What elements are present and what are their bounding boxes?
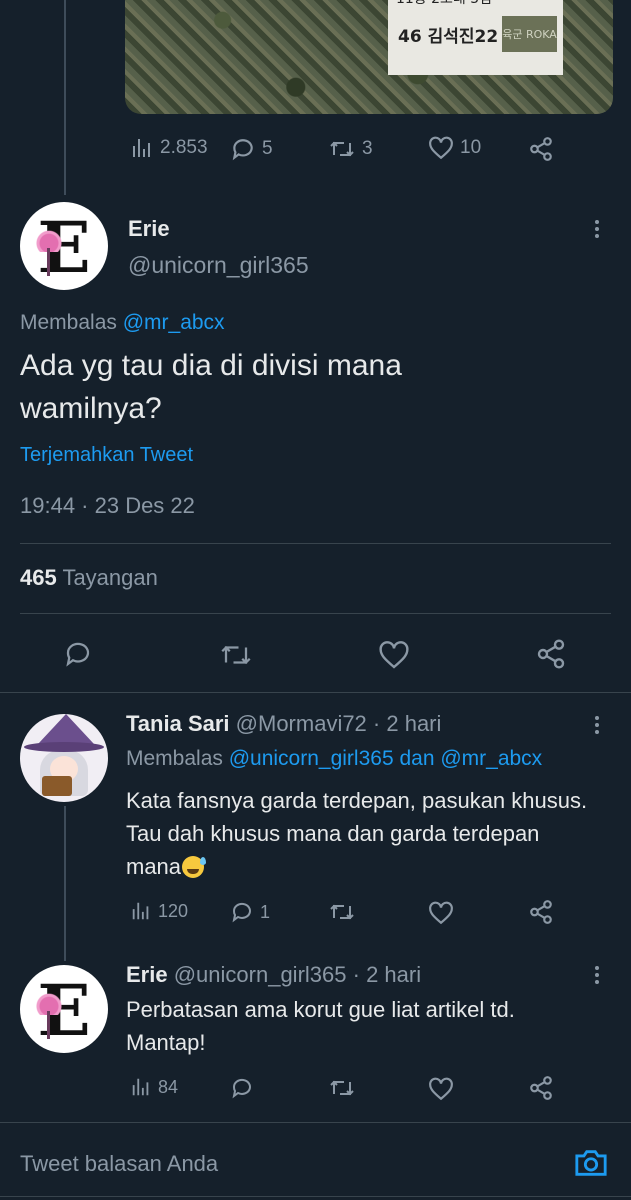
avatar-erie[interactable]: E: [20, 202, 108, 290]
share-icon: [528, 136, 554, 162]
author-handle[interactable]: @unicorn_girl365: [128, 252, 309, 279]
reply-prefix: Membalas: [126, 747, 223, 770]
reply-author-name[interactable]: Erie: [126, 962, 168, 987]
like-count: 10: [460, 137, 482, 158]
retweet-icon: [328, 1076, 356, 1100]
reply-author-handle[interactable]: @unicorn_girl365: [174, 962, 347, 987]
tweet-text: Ada yg tau dia di divisi mana wamilnya?: [20, 349, 402, 425]
reply-icon: [230, 900, 254, 924]
views-total: 465: [20, 565, 57, 590]
more-options-icon[interactable]: [595, 220, 599, 238]
share-icon: [528, 899, 554, 925]
views-summary[interactable]: 465 Tayangan: [20, 565, 158, 591]
patch-line1: 11중 2소대 5팀: [396, 0, 492, 8]
name-patch: 11중 2소대 5팀 46 김석진22 육군 ROKA: [388, 0, 563, 75]
retweet-icon: [328, 900, 356, 924]
divider: [0, 692, 631, 693]
reply-header: Tania Sari @Mormavi72 · 2 hari: [126, 711, 441, 737]
sweat-smile-emoji: [182, 856, 207, 878]
tweet-timestamp[interactable]: 19:44 · 23 Des 22: [20, 493, 195, 519]
share-icon: [528, 1075, 554, 1101]
reply-mentions[interactable]: @unicorn_girl365 dan @mr_abcx: [229, 747, 542, 770]
share-icon[interactable]: [535, 638, 567, 670]
reply-author-name[interactable]: Tania Sari: [126, 711, 230, 736]
heart-icon[interactable]: [378, 640, 410, 670]
like-button[interactable]: [428, 901, 454, 925]
tweet-media-image[interactable]: 11중 2소대 5팀 46 김석진22 육군 ROKA: [125, 0, 613, 114]
heart-icon: [428, 136, 454, 160]
views-count: 120: [158, 900, 189, 921]
reply-button[interactable]: 1: [230, 900, 270, 924]
patch-tag: 육군 ROKA: [502, 16, 557, 52]
bottom-divider: [0, 1196, 631, 1197]
patch-line2: 46 김석진22: [398, 27, 499, 47]
views-count: 2.853: [160, 137, 208, 158]
avatar-hat-brim: [24, 742, 104, 752]
heart-icon: [428, 901, 454, 925]
reply-button[interactable]: [230, 1076, 254, 1100]
views-label: Tayangan: [62, 565, 158, 590]
camera-icon[interactable]: [574, 1147, 608, 1179]
author-name[interactable]: Erie: [128, 216, 170, 242]
reply-button[interactable]: 5: [230, 136, 273, 162]
avatar-tania[interactable]: [20, 714, 108, 802]
reply-text: Kata fansnya garda terdepan, pasukan khu…: [126, 784, 596, 883]
reply-header: Erie @unicorn_girl365 · 2 hari: [126, 962, 421, 988]
views-stat[interactable]: 84: [130, 1076, 178, 1098]
analytics-icon: [130, 1076, 152, 1098]
share-button[interactable]: [528, 1075, 554, 1101]
thread-connector: [64, 0, 66, 195]
reply-composer-input[interactable]: Tweet balasan Anda: [20, 1151, 218, 1177]
composer-divider: [0, 1122, 631, 1123]
retweet-button[interactable]: [328, 900, 356, 924]
views-count: 84: [158, 1076, 179, 1097]
divider: [20, 613, 611, 614]
retweet-button[interactable]: [328, 1076, 356, 1100]
share-button[interactable]: [528, 136, 554, 162]
retweet-button[interactable]: 3: [328, 136, 373, 162]
retweet-icon: [328, 136, 356, 162]
analytics-icon: [130, 900, 152, 922]
reply-count: 1: [260, 901, 271, 922]
more-options-icon[interactable]: [595, 716, 599, 734]
views-stat[interactable]: 120: [130, 900, 188, 922]
reply-prefix: Membalas: [20, 311, 117, 334]
analytics-icon: [130, 136, 154, 160]
reply-text: Perbatasan ama korut gue liat artikel td…: [126, 997, 515, 1055]
reply-icon[interactable]: [62, 639, 94, 669]
flower-stem: [47, 248, 50, 276]
avatar-erie[interactable]: E: [20, 965, 108, 1053]
share-button[interactable]: [528, 899, 554, 925]
reply-mention[interactable]: @mr_abcx: [123, 311, 225, 334]
avatar-book: [42, 776, 72, 796]
reply-time[interactable]: · 2 hari: [353, 962, 421, 987]
reply-count: 5: [262, 138, 273, 159]
heart-icon: [428, 1077, 454, 1101]
views-stat[interactable]: 2.853: [130, 136, 208, 160]
reply-context: Membalas @unicorn_girl365 dan @mr_abcx: [126, 747, 542, 771]
reply-icon: [230, 136, 256, 162]
more-options-icon[interactable]: [595, 966, 599, 984]
avatar-hat: [38, 714, 94, 744]
reply-time[interactable]: · 2 hari: [373, 711, 441, 736]
thread-connector: [64, 806, 66, 961]
reply-author-handle[interactable]: @Mormavi72: [236, 711, 367, 736]
translate-link[interactable]: Terjemahkan Tweet: [20, 444, 193, 467]
divider: [20, 543, 611, 544]
like-button[interactable]: 10: [428, 136, 481, 160]
reply-icon: [230, 1076, 254, 1100]
retweet-icon[interactable]: [218, 640, 254, 670]
flower-stem: [47, 1011, 50, 1039]
retweet-count: 3: [362, 138, 373, 159]
like-button[interactable]: [428, 1077, 454, 1101]
reply-context: Membalas @mr_abcx: [20, 311, 225, 335]
